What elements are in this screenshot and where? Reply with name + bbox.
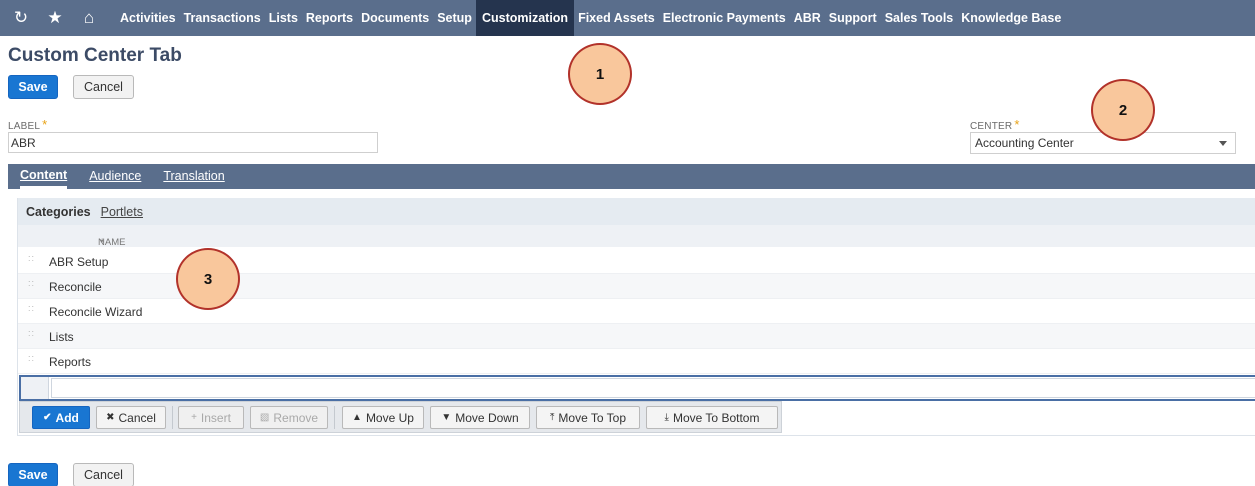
center-select[interactable]: Accounting Center: [970, 132, 1236, 154]
tab-translation[interactable]: Translation: [163, 164, 224, 189]
nav-abr[interactable]: ABR: [790, 0, 825, 36]
page-title: Custom Center Tab: [8, 45, 182, 66]
callout-2: 2: [1091, 79, 1155, 141]
required-icon: *: [1014, 117, 1020, 132]
drag-handle-icon[interactable]: ::: [28, 254, 34, 266]
drag-handle-icon[interactable]: ::: [28, 304, 34, 316]
new-row-name-input[interactable]: [51, 378, 1255, 398]
tab-audience[interactable]: Audience: [89, 164, 141, 189]
drag-handle-icon[interactable]: ::: [28, 279, 34, 291]
bottom-save-button[interactable]: Save: [8, 463, 58, 486]
row-name: ABR Setup: [49, 255, 109, 269]
remove-button[interactable]: ▧ Remove: [250, 406, 328, 429]
nav-knowledge-base[interactable]: Knowledge Base: [957, 0, 1065, 36]
add-button[interactable]: ✔ Add: [32, 406, 90, 429]
move-to-bottom-icon: ⤓: [664, 412, 669, 423]
plus-icon: +: [191, 412, 197, 423]
new-row-handle: [21, 377, 49, 399]
row-name: Lists: [49, 330, 74, 344]
nav-setup[interactable]: Setup: [433, 0, 476, 36]
nav-sales-tools[interactable]: Sales Tools: [881, 0, 958, 36]
nav-reports[interactable]: Reports: [302, 0, 357, 36]
nav-electronic-payments[interactable]: Electronic Payments: [659, 0, 790, 36]
trash-icon: ▧: [259, 412, 270, 423]
nav-transactions[interactable]: Transactions: [180, 0, 265, 36]
move-to-top-button[interactable]: ⤒ Move To Top: [536, 406, 640, 429]
move-down-button[interactable]: ▼ Move Down: [430, 406, 530, 429]
required-icon: *: [100, 237, 105, 249]
drag-handle-icon[interactable]: ::: [28, 329, 34, 341]
row-name: Reports: [49, 355, 92, 369]
label-field-label: LABEL *: [8, 117, 48, 132]
main-tabs: Content Audience Translation: [8, 164, 1255, 189]
drag-handle-icon[interactable]: ::: [28, 354, 34, 366]
column-header: NAME *: [18, 225, 1255, 249]
table-row[interactable]: :: Reports: [18, 349, 1255, 374]
arrow-down-icon: ▼: [441, 412, 452, 423]
row-cancel-button[interactable]: ✖ Cancel: [96, 406, 166, 429]
subtab-portlets[interactable]: Portlets: [101, 205, 143, 219]
nav-documents[interactable]: Documents: [357, 0, 433, 36]
required-icon: *: [42, 117, 48, 132]
row-name: Reconcile Wizard: [49, 305, 143, 319]
center-field-label: CENTER *: [970, 117, 1020, 132]
chevron-down-icon: [1219, 141, 1227, 146]
new-row-editor: [19, 375, 1255, 401]
move-up-button[interactable]: ▲ Move Up: [342, 406, 424, 429]
save-button[interactable]: Save: [8, 75, 58, 99]
move-to-bottom-button[interactable]: ⤓ Move To Bottom: [646, 406, 778, 429]
bottom-cancel-button[interactable]: Cancel: [73, 463, 134, 486]
divider: [172, 406, 173, 429]
content-panel: Categories Portlets NAME * :: ABR Setup :…: [17, 198, 1255, 436]
nav-activities[interactable]: Activities: [116, 0, 180, 36]
label-input[interactable]: ABR: [8, 132, 378, 153]
center-select-value: Accounting Center: [975, 136, 1074, 150]
recent-icon[interactable]: ↻: [6, 0, 36, 36]
subtabs: Categories Portlets: [18, 198, 1255, 225]
callout-1: 1: [568, 43, 632, 105]
move-to-top-icon: ⤒: [549, 412, 555, 423]
tab-content[interactable]: Content: [20, 164, 68, 189]
cancel-button[interactable]: Cancel: [73, 75, 134, 99]
table-row[interactable]: :: Lists: [18, 324, 1255, 349]
nav-support[interactable]: Support: [825, 0, 881, 36]
subtab-categories[interactable]: Categories: [26, 205, 91, 219]
nav-fixed-assets[interactable]: Fixed Assets: [574, 0, 659, 36]
close-icon: ✖: [106, 412, 115, 423]
home-icon[interactable]: ⌂: [74, 0, 104, 36]
row-toolbar: ✔ Add ✖ Cancel + Insert ▧ Remove ▲ Move Up ▼ M…: [19, 401, 782, 433]
check-icon: ✔: [43, 412, 52, 423]
insert-button[interactable]: + Insert: [178, 406, 244, 429]
nav-lists[interactable]: Lists: [265, 0, 302, 36]
divider: [334, 406, 335, 429]
nav-customization[interactable]: Customization: [475, 0, 575, 36]
arrow-up-icon: ▲: [352, 412, 362, 423]
star-icon[interactable]: ★: [40, 0, 70, 36]
row-name: Reconcile: [49, 280, 102, 294]
callout-3: 3: [176, 248, 240, 310]
top-nav: ↻ ★ ⌂ Activities Transactions Lists Repo…: [0, 0, 1255, 36]
